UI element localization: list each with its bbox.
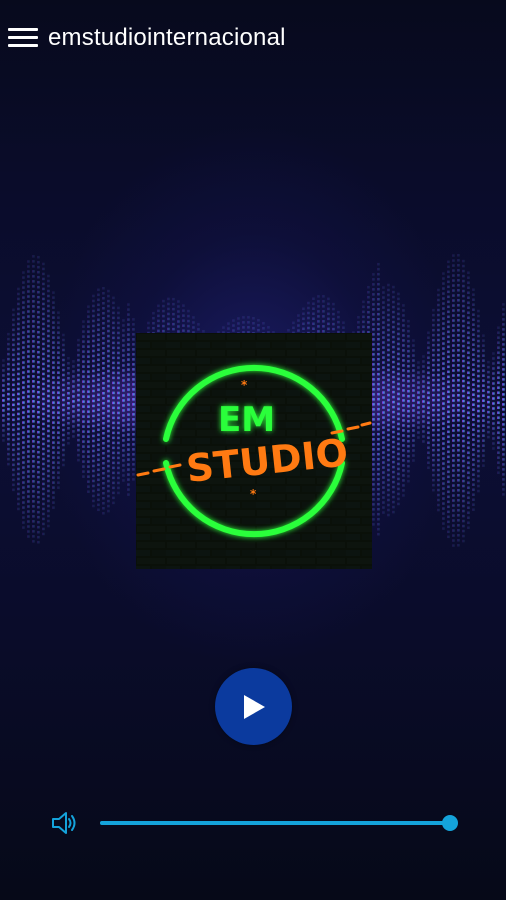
station-artwork: * * EM STUDIO	[136, 333, 372, 569]
logo-em-text: EM	[218, 400, 275, 440]
hamburger-menu-icon[interactable]	[8, 28, 38, 48]
play-button[interactable]	[215, 668, 292, 745]
svg-text:*: *	[250, 487, 257, 501]
app-header: emstudiointernacional	[0, 0, 506, 78]
volume-slider-thumb[interactable]	[442, 815, 458, 831]
speaker-volume-icon[interactable]	[50, 810, 80, 836]
em-studio-logo: * * EM STUDIO	[136, 333, 372, 569]
volume-slider[interactable]	[100, 812, 458, 834]
play-icon	[243, 694, 265, 719]
app-title: emstudiointernacional	[48, 24, 286, 51]
volume-slider-fill	[100, 821, 450, 825]
svg-text:*: *	[241, 378, 248, 392]
